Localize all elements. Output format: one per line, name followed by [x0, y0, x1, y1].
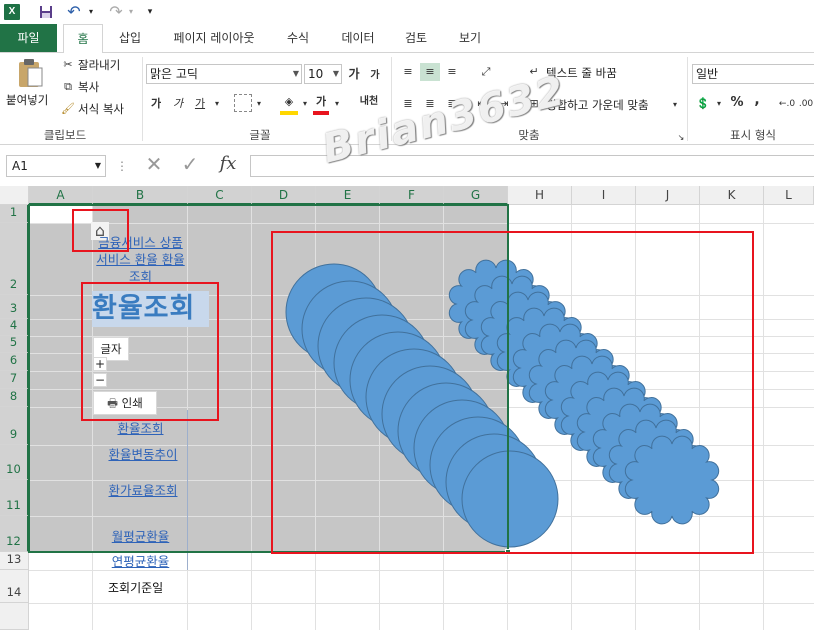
annotation-box: [72, 209, 129, 252]
annotation-box: [81, 282, 219, 421]
excel-window: X ↶ ▾ ↷ ▾ ▾ 파일 홈 삽입 페이지 레이아웃 수식 데이터 검토 보…: [0, 0, 814, 630]
tab-home[interactable]: 홈: [63, 24, 103, 53]
annotation-box: [271, 231, 754, 554]
